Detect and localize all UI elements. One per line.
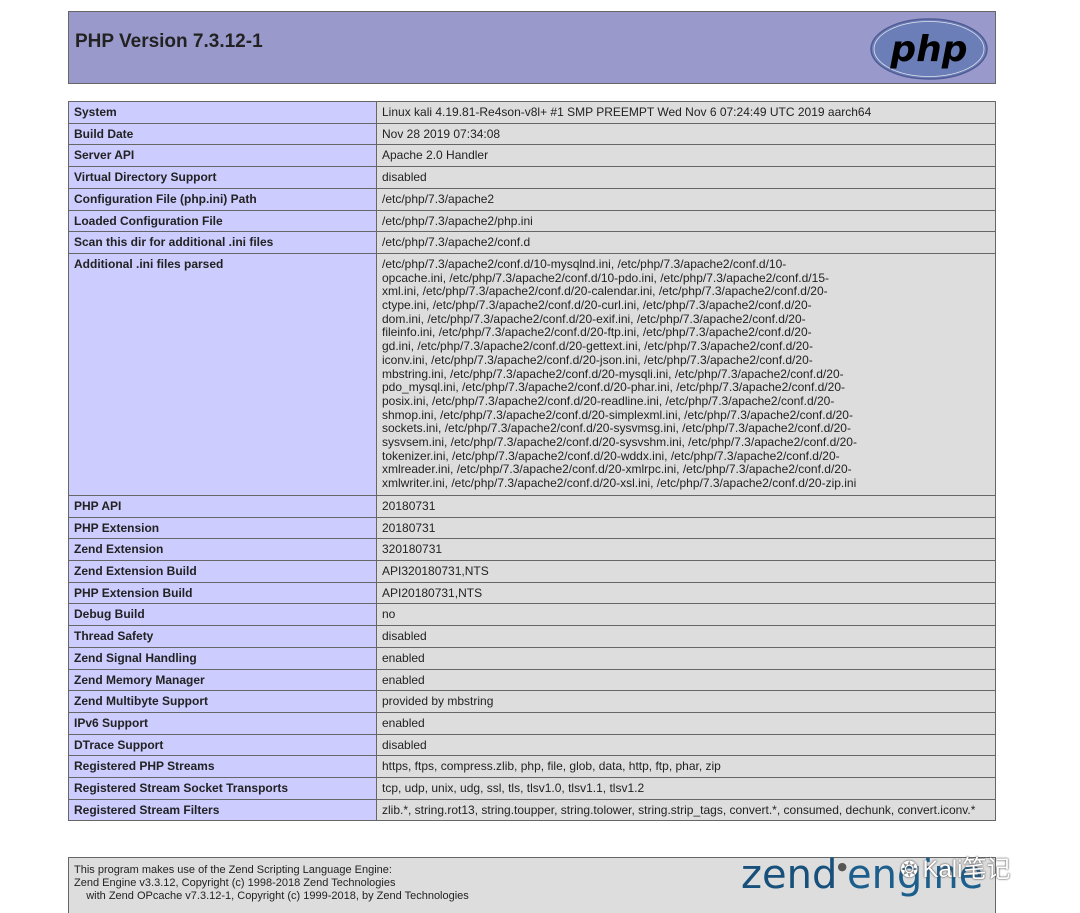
row-value: no: [376, 603, 996, 627]
row-value: 20180731: [376, 494, 996, 518]
row-value: /etc/php/7.3/apache2: [376, 187, 996, 211]
row-value: disabled: [376, 625, 996, 648]
row-label: Registered PHP Streams: [68, 755, 377, 779]
page-header: PHP Version 7.3.12-1 php: [68, 11, 996, 84]
table-row: Registered Stream Filters zlib.*, string.…: [68, 798, 996, 822]
table-row: DTrace Support disabled: [68, 733, 996, 757]
row-value: zlib.*, string.rot13, string.toupper, st…: [376, 798, 996, 822]
table-row: Zend Memory Manager enabled: [68, 668, 996, 692]
row-value: disabled: [376, 166, 996, 189]
row-label: PHP API: [68, 494, 377, 518]
row-value: Nov 28 2019 07:34:08: [376, 122, 996, 146]
watermark: ❂ Kali笔记: [900, 849, 1010, 884]
table-row: PHP Extension 20180731: [68, 516, 996, 540]
row-label: Zend Multibyte Support: [68, 690, 377, 713]
row-value: /etc/php/7.3/apache2/conf.d: [376, 231, 996, 254]
row-label: IPv6 Support: [68, 711, 377, 735]
table-row: Zend Extension Build API320180731,NTS: [68, 559, 996, 583]
row-value: enabled: [376, 646, 996, 670]
row-value: 320180731: [376, 538, 996, 561]
table-row: Registered PHP Streams https, ftps, compr…: [68, 755, 996, 779]
wechat-icon: ❂: [900, 857, 919, 882]
row-label: Zend Signal Handling: [68, 646, 377, 670]
row-value: /etc/php/7.3/apache2/php.ini: [376, 209, 996, 233]
table-row: Build Date Nov 28 2019 07:34:08: [68, 122, 996, 146]
page-title: PHP Version 7.3.12-1: [75, 31, 263, 52]
footer-line-1: This program makes use of the Zend Scrip…: [74, 864, 392, 876]
row-label: Build Date: [68, 122, 377, 146]
php-logo-icon: php: [870, 18, 988, 80]
table-row: Zend Extension 320180731: [68, 538, 996, 561]
table-row: Configuration File (php.ini) Path/etc/ph…: [68, 187, 996, 211]
footer: This program makes use of the Zend Scrip…: [68, 855, 996, 913]
row-label: Zend Extension: [68, 538, 377, 561]
row-value: API20180731,NTS: [376, 581, 996, 605]
table-row: IPv6 Support enabled: [68, 711, 996, 735]
row-value: Apache 2.0 Handler: [376, 144, 996, 168]
row-value: tcp, udp, unix, udg, ssl, tls, tlsv1.0, …: [376, 777, 996, 800]
row-value: Linux kali 4.19.81-Re4son-v8l+ #1 SMP PR…: [376, 101, 996, 124]
row-value: /etc/php/7.3/apache2/conf.d/10-mysqlnd.i…: [376, 252, 996, 496]
info-table: System Linux kali 4.19.81-Re4son-v8l+ #1 …: [68, 101, 996, 822]
row-label: Virtual Directory Support: [68, 166, 377, 189]
table-row: Thread Safety disabled: [68, 625, 996, 648]
row-value: API320180731,NTS: [376, 559, 996, 583]
watermark-text: Kali笔记: [922, 856, 1011, 883]
row-value: provided by mbstring: [376, 690, 996, 713]
row-label: Debug Build: [68, 603, 377, 627]
row-label: Registered Stream Filters: [68, 798, 377, 822]
row-label: PHP Extension: [68, 516, 377, 540]
row-label: Thread Safety: [68, 625, 377, 648]
zend-logo-word-1: zend: [741, 852, 838, 898]
table-row: Debug Build no: [68, 603, 996, 627]
table-row: Zend Signal Handling enabled: [68, 646, 996, 670]
row-label: Registered Stream Socket Transports: [68, 777, 377, 800]
footer-text: This program makes use of the Zend Scrip…: [74, 864, 469, 903]
row-value: disabled: [376, 733, 996, 757]
zend-logo-dot: ●: [837, 860, 847, 873]
table-row: Virtual Directory Support disabled: [68, 166, 996, 189]
table-row: Additional .ini files parsed/etc/php/7.3…: [68, 252, 996, 496]
table-row: Registered Stream Socket Transports tcp, …: [68, 777, 996, 800]
row-label: Zend Extension Build: [68, 559, 377, 583]
table-row: Scan this dir for additional .ini files /…: [68, 231, 996, 254]
row-label: Configuration File (php.ini) Path: [68, 187, 377, 211]
row-label: Server API: [68, 144, 377, 168]
row-value: enabled: [376, 668, 996, 692]
row-value: 20180731: [376, 516, 996, 540]
footer-line-2: Zend Engine v3.3.12, Copyright (c) 1998-…: [74, 877, 396, 889]
row-value: https, ftps, compress.zlib, php, file, g…: [376, 755, 996, 779]
row-label: System: [68, 101, 377, 124]
table-row: Loaded Configuration File/etc/php/7.3/ap…: [68, 209, 996, 233]
row-label: Additional .ini files parsed: [68, 252, 377, 496]
php-logo-text: php: [889, 29, 967, 70]
row-value: enabled: [376, 711, 996, 735]
row-label: Loaded Configuration File: [68, 209, 377, 233]
table-row: Zend Multibyte Support provided by mbstri…: [68, 690, 996, 713]
table-row: PHP Extension Build API20180731,NTS: [68, 581, 996, 605]
table-row: Server API Apache 2.0 Handler: [68, 144, 996, 168]
footer-line-3: with Zend OPcache v7.3.12-1, Copyright (…: [74, 890, 469, 902]
table-row: System Linux kali 4.19.81-Re4son-v8l+ #1 …: [68, 101, 996, 124]
row-label: PHP Extension Build: [68, 581, 377, 605]
row-label: DTrace Support: [68, 733, 377, 757]
row-label: Zend Memory Manager: [68, 668, 377, 692]
table-row: PHP API 20180731: [68, 494, 996, 518]
row-label: Scan this dir for additional .ini files: [68, 231, 377, 254]
